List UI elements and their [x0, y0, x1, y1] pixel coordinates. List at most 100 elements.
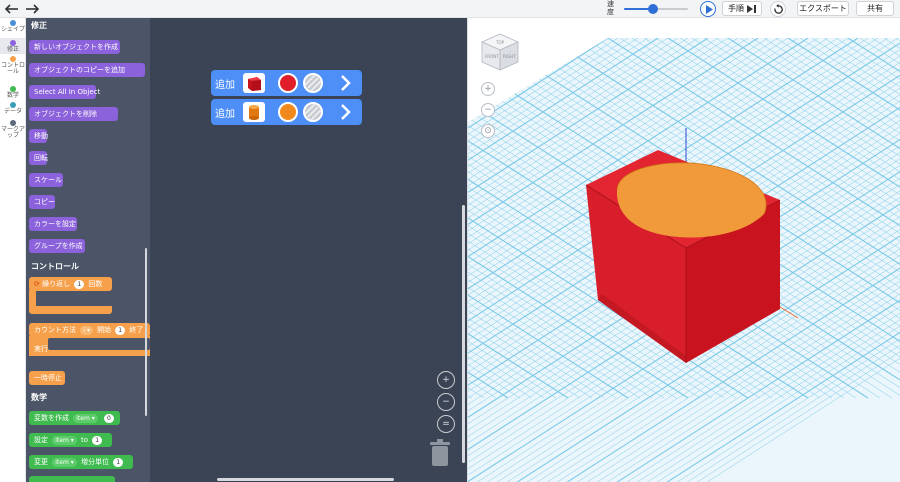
block-delete-object[interactable]: オブジェクトを削除 — [29, 107, 118, 121]
count-start-field[interactable]: 1 — [115, 325, 126, 335]
count-with-label: カウント方法 — [34, 326, 76, 334]
top-toolbar: 速度 手順 エクスポート 共有 — [0, 0, 900, 18]
rail-item-data[interactable]: データ — [0, 102, 26, 118]
step-button[interactable]: 手順 — [722, 1, 762, 16]
rail-item-modify[interactable]: 修正 — [0, 38, 26, 54]
view-cube-right-label: RIGHT — [503, 54, 516, 59]
set-var-dropdown[interactable]: item ▾ — [52, 435, 77, 445]
block-move[interactable]: 移動 — [29, 129, 48, 143]
block-create-object[interactable]: 新しいオブジェクトを作成 — [29, 40, 120, 54]
share-button[interactable]: 共有 — [856, 1, 894, 16]
count-with-slot — [48, 338, 150, 350]
block-count-with[interactable]: カウント方法 i ▾ 開始 1 終了 — [29, 323, 150, 337]
block-set-variable[interactable]: 設定 item ▾ to 1 — [29, 433, 112, 447]
play-icon — [706, 5, 713, 14]
section-title-modify: 修正 — [31, 21, 47, 30]
workspace-block-add-cube[interactable]: 追加 — [211, 70, 362, 96]
add-label: 追加 — [215, 80, 235, 91]
block-palette: 修正 新しいオブジェクトを作成 オブジェクトのコピーを追加 Select All… — [26, 18, 150, 482]
section-title-control: コントロール — [31, 262, 79, 271]
set-var-to: to — [80, 436, 88, 444]
redo-icon[interactable] — [25, 3, 39, 15]
viewport-zoom-in-button[interactable]: + — [481, 82, 495, 96]
repeat-label: 繰り返し — [42, 280, 71, 288]
undo-icon[interactable] — [5, 3, 19, 15]
rail-label: マークアップ — [0, 126, 25, 139]
repeat-block-foot — [29, 306, 112, 314]
create-var-value[interactable]: 0 — [103, 413, 114, 423]
change-var-dropdown[interactable]: item ▾ — [52, 457, 77, 467]
view-cube-top-label: TOP — [495, 40, 505, 45]
code-workspace[interactable]: 追加 追加 — [150, 18, 467, 482]
set-var-label: 設定 — [34, 436, 48, 444]
block-create-group[interactable]: グループを作成 — [29, 239, 85, 253]
repeat-count-field[interactable]: 1 — [74, 279, 85, 289]
palette-scrollbar[interactable] — [145, 248, 147, 416]
block-math-partial[interactable] — [29, 476, 115, 482]
3d-viewport[interactable]: TOP FRONT RIGHT — [467, 18, 900, 482]
export-button[interactable]: エクスポート — [797, 1, 849, 16]
color-swatch-orange[interactable] — [278, 102, 298, 122]
trash-icon[interactable] — [429, 438, 451, 468]
play-button[interactable] — [700, 1, 716, 17]
viewport-fit-button[interactable]: ⊙ — [481, 124, 495, 138]
block-repeat[interactable]: ⟳ 繰り返し 1 回数 — [29, 277, 112, 291]
view-cube-icon[interactable]: TOP FRONT RIGHT — [481, 33, 519, 71]
step-label: 手順 — [728, 4, 744, 13]
repeat-icon: ⟳ — [34, 280, 40, 288]
rail-label: 数学 — [6, 92, 19, 99]
viewport-zoom-out-button[interactable]: − — [481, 103, 495, 117]
change-var-name: item — [55, 458, 69, 466]
reset-button[interactable] — [770, 1, 786, 17]
block-create-variable[interactable]: 変数を作成 item ▾ 0 — [29, 411, 120, 425]
block-add-copy[interactable]: オブジェクトのコピーを追加 — [29, 63, 145, 77]
rail-item-markup[interactable]: マークアップ — [0, 120, 26, 144]
rail-label: シェイプ — [0, 26, 25, 33]
block-select-all[interactable]: Select All In Object — [29, 85, 100, 99]
view-cube-front-label: FRONT — [485, 54, 499, 59]
count-start-label: 開始 — [97, 326, 112, 334]
workspace-block-add-cylinder[interactable]: 追加 — [211, 99, 362, 125]
rail-item-control[interactable]: コントロール — [0, 56, 26, 86]
rail-item-math[interactable]: 数学 — [0, 86, 26, 100]
rail-label: データ — [3, 108, 22, 115]
set-var-value[interactable]: 1 — [92, 435, 103, 445]
block-rotate[interactable]: 回転 — [29, 151, 48, 165]
repeat-suffix: 回数 — [88, 280, 103, 288]
change-var-label: 変更 — [34, 458, 48, 466]
create-var-name: item — [76, 414, 90, 422]
color-swatch-red[interactable] — [278, 73, 298, 93]
app-window: 速度 手順 エクスポート 共有 シェイプ 修正 コントロール 数学 データ マー… — [0, 0, 900, 482]
rail-label: 修正 — [6, 46, 19, 53]
hole-toggle-icon[interactable] — [303, 73, 323, 93]
workspace-horizontal-scrollbar[interactable] — [217, 478, 394, 481]
count-end-label: 終了 — [129, 326, 144, 334]
block-scale[interactable]: スケール — [29, 173, 63, 187]
create-var-label: 変数を作成 — [34, 414, 69, 422]
create-var-dropdown[interactable]: item ▾ — [73, 413, 98, 423]
rail-item-shapes[interactable]: シェイプ — [0, 20, 26, 38]
count-var-dropdown[interactable]: i ▾ — [80, 325, 93, 335]
change-var-value[interactable]: 1 — [113, 457, 124, 467]
hole-toggle-icon[interactable] — [303, 102, 323, 122]
category-rail: シェイプ 修正 コントロール 数学 データ マークアップ — [0, 18, 26, 482]
count-var-value: i — [83, 326, 85, 334]
step-forward-icon — [747, 5, 756, 13]
zoom-reset-button[interactable]: = — [437, 415, 455, 433]
chevron-right-icon[interactable] — [339, 103, 351, 121]
reset-icon — [774, 4, 783, 14]
chevron-right-icon[interactable] — [339, 74, 351, 92]
add-label: 追加 — [215, 109, 235, 120]
cube-thumbnail-icon[interactable] — [243, 73, 265, 93]
zoom-out-button[interactable]: − — [437, 393, 455, 411]
scene-canvas[interactable]: TOP FRONT RIGHT — [468, 18, 900, 482]
block-copy[interactable]: コピー — [29, 195, 55, 209]
workspace-vertical-scrollbar[interactable] — [462, 205, 465, 463]
block-change-variable[interactable]: 変更 item ▾ 増分単位 1 — [29, 455, 133, 469]
block-pause[interactable]: 一時停止 — [29, 371, 65, 385]
cylinder-thumbnail-icon[interactable] — [243, 102, 265, 122]
block-set-color[interactable]: カラーを設定 — [29, 217, 77, 231]
speed-label: 速度 — [607, 0, 614, 16]
speed-slider-thumb[interactable] — [647, 4, 658, 14]
zoom-in-button[interactable]: + — [437, 371, 455, 389]
